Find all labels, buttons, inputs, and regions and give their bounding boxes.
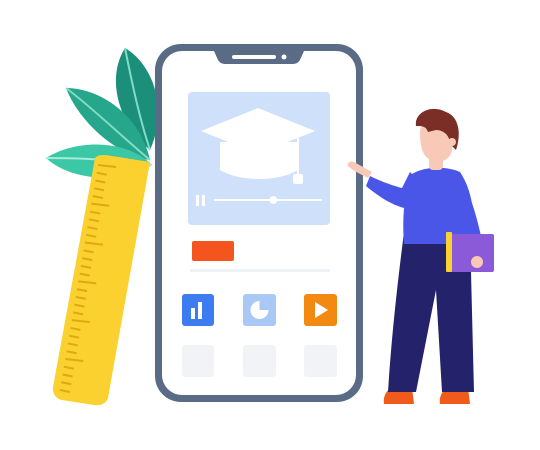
course-tag-button[interactable] — [192, 241, 234, 261]
phone-speaker — [232, 55, 276, 59]
placeholder-tile-2[interactable] — [243, 345, 276, 377]
phone — [155, 44, 363, 402]
bar-chart-icon[interactable] — [182, 294, 214, 326]
ruler — [52, 154, 150, 406]
education-illustration — [45, 44, 494, 406]
content-divider — [190, 269, 330, 272]
video-progress-handle[interactable] — [269, 196, 278, 204]
placeholder-tile-1[interactable] — [182, 345, 214, 377]
person — [347, 108, 494, 404]
play-icon[interactable] — [304, 294, 337, 326]
illustration-canvas — [0, 0, 540, 450]
pie-chart-icon[interactable] — [243, 294, 276, 326]
placeholder-tile-3[interactable] — [304, 345, 337, 377]
book — [448, 234, 494, 272]
video-progress-track[interactable] — [214, 199, 322, 201]
phone-camera — [281, 54, 287, 60]
